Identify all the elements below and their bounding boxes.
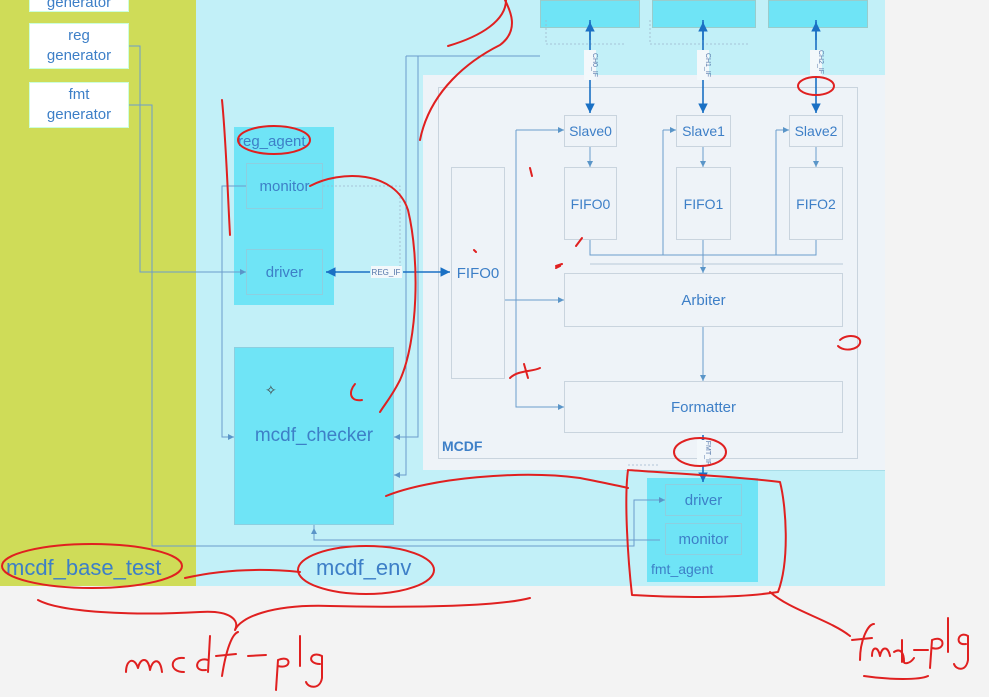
red-annotations-layer: [1, 0, 969, 691]
ink-ellipse-reg-agent: [237, 125, 311, 155]
handwriting-fmt-pkg: [851, 617, 969, 680]
handwriting-mcdf-pkg: [125, 631, 323, 691]
ink-ellipse-base-test: [1, 543, 183, 589]
ink-ellipse-env: [297, 545, 435, 595]
